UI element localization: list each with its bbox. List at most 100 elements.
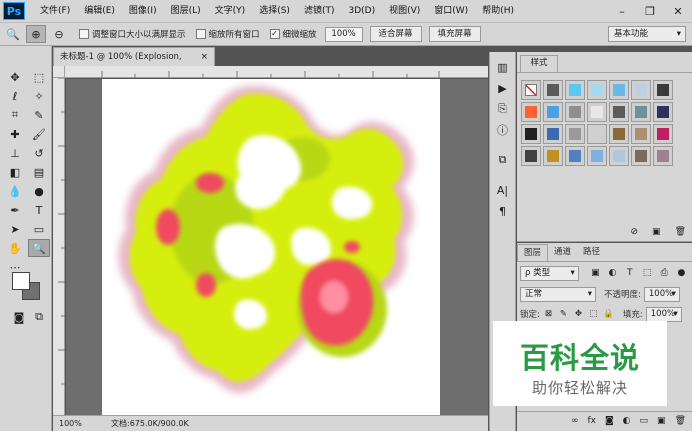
character-icon[interactable]: A|: [492, 181, 514, 199]
menu-filter[interactable]: 滤镜(T): [297, 0, 342, 22]
style-swatch[interactable]: [565, 102, 585, 122]
document-tab[interactable]: 未标题-1 @ 100% (Explosion, RGB/8) * ×: [53, 47, 215, 80]
fill-field[interactable]: 100%: [645, 306, 682, 322]
zoom-out-icon[interactable]: ⊖: [49, 25, 69, 43]
group-folder-icon[interactable]: ▭: [640, 416, 649, 426]
minimize-button[interactable]: –: [608, 0, 636, 22]
zoom-tool-icon[interactable]: 🔍: [28, 239, 50, 257]
styles-tab[interactable]: 样式: [520, 55, 558, 72]
layer-style-icon[interactable]: fx: [587, 416, 596, 426]
path-selection-tool-icon[interactable]: ➤: [4, 220, 26, 238]
style-swatch[interactable]: [609, 102, 629, 122]
canvas-area[interactable]: [66, 79, 488, 415]
move-tool-icon[interactable]: ✥: [4, 68, 26, 86]
zoom-tool-preset-icon[interactable]: 🔍: [3, 25, 23, 43]
workspace-select[interactable]: 基本功能: [608, 26, 686, 42]
screen-mode-icon[interactable]: ⧉: [28, 308, 50, 326]
new-style-icon[interactable]: ▣: [652, 227, 661, 237]
eraser-tool-icon[interactable]: ◧: [4, 163, 26, 181]
histogram-icon[interactable]: ▥: [492, 58, 514, 76]
style-swatch[interactable]: [609, 80, 629, 100]
style-swatch[interactable]: [653, 146, 673, 166]
gradient-tool-icon[interactable]: ▤: [28, 163, 50, 181]
document-canvas[interactable]: [102, 79, 440, 415]
status-document-info[interactable]: 文档:675.0K/900.0K: [111, 416, 189, 431]
style-swatch[interactable]: [543, 146, 563, 166]
lasso-tool-icon[interactable]: ℓ: [4, 87, 26, 105]
zoom-all-windows-checkbox[interactable]: 缩放所有窗口: [195, 28, 260, 40]
smart-object-filter-icon[interactable]: ⎙: [658, 268, 671, 278]
link-layers-icon[interactable]: ∞: [571, 416, 579, 426]
adjustment-filter-icon[interactable]: ◐: [606, 268, 619, 278]
zoom-percent-field[interactable]: 100%: [324, 26, 363, 42]
magic-wand-tool-icon[interactable]: ✧: [28, 87, 50, 105]
menu-image[interactable]: 图像(I): [122, 0, 164, 22]
style-swatch[interactable]: [587, 80, 607, 100]
quick-mask-icon[interactable]: ◙: [8, 308, 30, 326]
type-tool-icon[interactable]: T: [28, 201, 50, 219]
close-document-icon[interactable]: ×: [200, 48, 208, 66]
foreground-color-swatch[interactable]: [12, 272, 30, 290]
no-style-icon[interactable]: ⊘: [631, 227, 639, 237]
pen-tool-icon[interactable]: ✒: [4, 201, 26, 219]
menu-window[interactable]: 窗口(W): [427, 0, 475, 22]
paragraph-icon[interactable]: ¶: [492, 202, 514, 220]
style-swatch[interactable]: [521, 124, 541, 144]
menu-3d[interactable]: 3D(D): [341, 0, 382, 22]
lock-all-icon[interactable]: 🔒: [602, 309, 615, 319]
brush-tool-icon[interactable]: 🖌: [28, 125, 50, 143]
clone-source-icon[interactable]: ⧉: [492, 151, 514, 169]
play-actions-icon[interactable]: ▶: [492, 79, 514, 97]
close-button[interactable]: ✕: [664, 0, 692, 22]
style-swatch[interactable]: [609, 124, 629, 144]
eyedropper-tool-icon[interactable]: ✎: [28, 106, 50, 124]
menu-edit[interactable]: 编辑(E): [77, 0, 122, 22]
layer-kind-filter[interactable]: ρ 类型: [520, 265, 579, 281]
style-swatch[interactable]: [653, 124, 673, 144]
lock-pixels-icon[interactable]: ✎: [557, 309, 570, 319]
lock-artboard-icon[interactable]: ⬚: [587, 309, 600, 319]
style-swatch[interactable]: [653, 102, 673, 122]
history-icon[interactable]: ⎘: [492, 100, 514, 118]
delete-layer-icon[interactable]: 🗑: [675, 416, 686, 426]
ruler-corner[interactable]: [53, 66, 65, 78]
type-filter-icon[interactable]: T: [623, 268, 636, 278]
style-swatch[interactable]: [631, 80, 651, 100]
menu-layer[interactable]: 图层(L): [164, 0, 208, 22]
menu-type[interactable]: 文字(Y): [208, 0, 253, 22]
style-swatch[interactable]: [543, 80, 563, 100]
menu-view[interactable]: 视图(V): [382, 0, 427, 22]
style-swatch[interactable]: [631, 102, 651, 122]
style-swatch[interactable]: [521, 102, 541, 122]
style-swatch[interactable]: [543, 124, 563, 144]
style-swatch[interactable]: [543, 102, 563, 122]
shape-filter-icon[interactable]: ⬚: [640, 268, 653, 278]
scrubby-zoom-checkbox[interactable]: ✓ 细微缩放: [269, 28, 317, 40]
new-layer-icon[interactable]: ▣: [657, 416, 666, 426]
opacity-field[interactable]: 100%: [643, 286, 680, 302]
style-swatch[interactable]: [565, 146, 585, 166]
crop-tool-icon[interactable]: ⌗: [4, 106, 26, 124]
style-swatch[interactable]: [653, 80, 673, 100]
blend-mode-select[interactable]: 正常: [520, 286, 596, 302]
restore-button[interactable]: ❐: [636, 0, 664, 22]
adjustment-layer-icon[interactable]: ◐: [623, 416, 631, 426]
delete-style-icon[interactable]: 🗑: [675, 227, 686, 237]
style-swatch[interactable]: [609, 146, 629, 166]
healing-brush-tool-icon[interactable]: ✚: [4, 125, 26, 143]
lock-position-icon[interactable]: ✥: [572, 309, 585, 319]
fit-screen-button[interactable]: 适合屏幕: [369, 26, 422, 42]
rectangle-tool-icon[interactable]: ▭: [28, 220, 50, 238]
tab-layers[interactable]: 图层: [517, 244, 549, 261]
blur-tool-icon[interactable]: 💧: [4, 182, 26, 200]
style-swatch[interactable]: [631, 124, 651, 144]
resize-windows-checkbox[interactable]: 调整窗口大小以满屏显示: [79, 28, 186, 40]
filter-toggle-icon[interactable]: ●: [675, 268, 688, 278]
hand-tool-icon[interactable]: ✋: [4, 239, 26, 257]
menu-file[interactable]: 文件(F): [33, 0, 77, 22]
history-brush-tool-icon[interactable]: ↺: [28, 144, 50, 162]
fill-screen-button[interactable]: 填充屏幕: [428, 26, 481, 42]
menu-select[interactable]: 选择(S): [252, 0, 297, 22]
style-swatch[interactable]: [631, 146, 651, 166]
horizontal-ruler[interactable]: [65, 66, 488, 78]
